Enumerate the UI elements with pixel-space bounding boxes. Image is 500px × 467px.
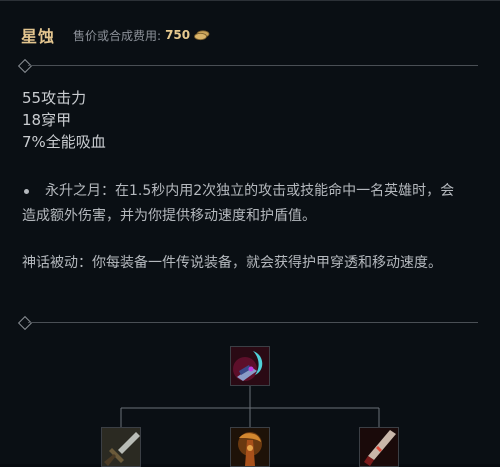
long-sword-icon[interactable]	[101, 427, 141, 467]
serrated-dirk-icon[interactable]	[230, 427, 270, 467]
recipe-tree-lines	[120, 386, 380, 427]
item-tooltip-panel: 星蚀 售价或合成费用: 750 55攻击力 18穿甲 7%全能吸血 永升之月：在…	[0, 0, 500, 467]
eclipse-item-icon[interactable]	[230, 346, 270, 386]
caulfields-warhammer-icon[interactable]	[359, 427, 399, 467]
